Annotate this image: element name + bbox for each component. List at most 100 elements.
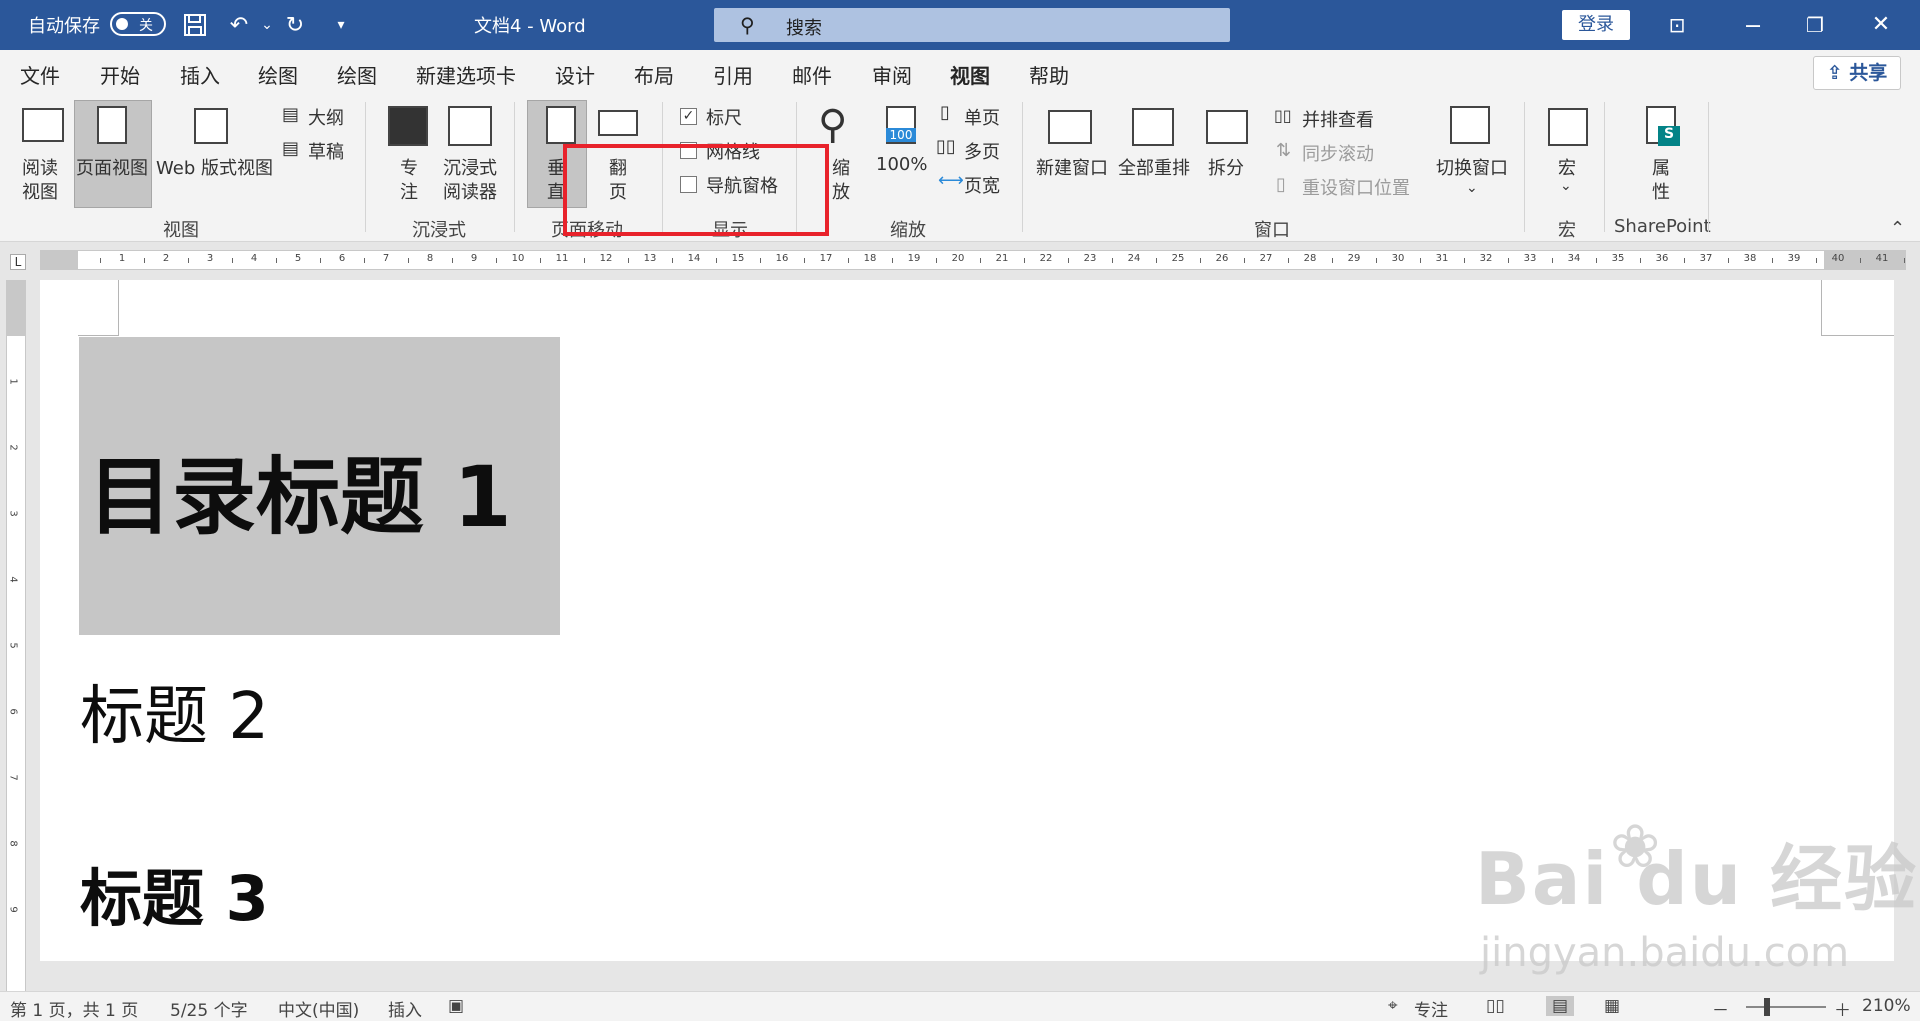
insert-mode[interactable]: 插入 (388, 996, 422, 1021)
chevron-down-icon[interactable]: ⌄ (1560, 178, 1572, 194)
ruler-label[interactable]: 标尺 (706, 104, 742, 130)
ruler-number: 11 (555, 253, 569, 264)
macros-group-label: 宏 (1558, 220, 1576, 241)
ribbon-display-icon[interactable]: ⊡ (1660, 10, 1694, 40)
page-count[interactable]: 第 1 页，共 1 页 (10, 996, 138, 1021)
collapse-ribbon-icon[interactable]: ⌃ (1890, 218, 1905, 239)
ruler-bar: L 1 2 3 4 5 6 7 8 9 10 11 12 13 14 15 16 17 18 19 20 21 22 23 2… (0, 243, 1920, 279)
views-group-label: 视图 (163, 220, 199, 241)
immersive-reader-label-1[interactable]: 沉浸式 (443, 154, 497, 180)
group-divider (1708, 102, 1709, 232)
web-layout-icon[interactable]: ▦ (1604, 996, 1620, 1016)
vertical-ruler-number: 9 (7, 906, 19, 913)
tab-new-tab[interactable]: 新建选项卡 (416, 60, 516, 89)
zoom-level[interactable]: 210% (1862, 996, 1911, 1016)
one-page-icon: ▯ (940, 102, 950, 123)
focus-label-1[interactable]: 专 (400, 154, 418, 180)
zoom-in-button[interactable]: ＋ (1834, 996, 1851, 1021)
tab-mailings[interactable]: 邮件 (792, 60, 832, 89)
minimize-icon[interactable]: ‒ (1736, 10, 1770, 40)
share-button[interactable]: ⇪ 共享 (1813, 56, 1901, 90)
restore-icon[interactable]: ❐ (1798, 10, 1832, 40)
ruler-tick (892, 258, 893, 263)
read-mode-icon[interactable]: ▯▯ (1486, 996, 1505, 1016)
new-window-button[interactable]: 新建窗口 (1036, 154, 1108, 180)
reset-window-position-button[interactable]: 重设窗口位置 (1302, 174, 1410, 200)
top-margin (7, 280, 25, 336)
tab-draw-2[interactable]: 绘图 (337, 60, 377, 89)
zoom-group-label: 缩放 (890, 220, 926, 241)
heading-3[interactable]: 标题 3 (80, 848, 269, 938)
ruler-number: 24 (1127, 253, 1141, 264)
customize-toolbar-icon[interactable]: ▾ (326, 10, 356, 40)
ruler-checkbox[interactable]: ✓ (680, 108, 697, 125)
zoom-label-2[interactable]: 放 (832, 178, 850, 204)
zoom-slider-thumb[interactable] (1764, 998, 1770, 1016)
login-button[interactable]: 登录 (1562, 10, 1630, 40)
switch-windows-button[interactable]: 切换窗口 (1436, 154, 1508, 180)
multiple-pages-button[interactable]: 多页 (964, 138, 1000, 164)
tab-selector[interactable]: L (10, 254, 26, 270)
ruler-number: 26 (1215, 253, 1229, 264)
web-layout-label[interactable]: Web 版式视图 (156, 154, 273, 180)
arrange-all-button[interactable]: 全部重排 (1118, 154, 1190, 180)
tab-insert[interactable]: 插入 (180, 60, 220, 89)
zoom-100-label[interactable]: 100% (876, 154, 927, 175)
tab-draw[interactable]: 绘图 (258, 60, 298, 89)
outline-button[interactable]: 大纲 (308, 104, 344, 130)
heading-2[interactable]: 标题 2 (80, 665, 269, 757)
tab-review[interactable]: 审阅 (872, 60, 912, 89)
ruler-tick (100, 258, 101, 263)
zoom-out-button[interactable]: － (1712, 996, 1729, 1021)
sync-scroll-button[interactable]: 同步滚动 (1302, 140, 1374, 166)
read-mode-label-1[interactable]: 阅读 (22, 154, 58, 180)
one-page-button[interactable]: 单页 (964, 104, 1000, 130)
autosave-toggle[interactable]: 关 (110, 12, 166, 36)
title-bar: 自动保存 关 ↶ ⌄ ↻ ▾ 文档4 - Word ⚲ 搜索 登录 ⊡ ‒ ❐ … (0, 0, 1920, 50)
undo-icon[interactable]: ↶ (224, 10, 254, 40)
word-count[interactable]: 5/25 个字 (170, 996, 248, 1021)
tab-references[interactable]: 引用 (713, 60, 753, 89)
focus-label-2[interactable]: 注 (400, 178, 418, 204)
redo-icon[interactable]: ↻ (280, 10, 310, 40)
ruler-number: 4 (250, 253, 258, 264)
language[interactable]: 中文(中国) (278, 996, 359, 1021)
focus-mode-label[interactable]: 专注 (1414, 996, 1448, 1021)
ruler-number: 27 (1259, 253, 1273, 264)
tab-help[interactable]: 帮助 (1029, 60, 1069, 89)
save-icon[interactable] (180, 10, 210, 40)
macros-button[interactable]: 宏 (1558, 154, 1576, 180)
print-layout-icon[interactable]: ▤ (1546, 996, 1575, 1016)
split-button[interactable]: 拆分 (1208, 154, 1244, 180)
vertical-ruler[interactable]: 1 2 3 4 5 6 7 8 9 (6, 280, 26, 992)
zoom-slider[interactable] (1746, 1006, 1826, 1008)
ruler-tick (276, 258, 277, 263)
ruler-number: 7 (382, 253, 390, 264)
tab-view[interactable]: 视图 (950, 60, 990, 99)
print-layout-label[interactable]: 页面视图 (76, 154, 148, 180)
ruler-number: 10 (511, 253, 525, 264)
view-side-by-side-button[interactable]: 并排查看 (1302, 106, 1374, 132)
undo-dropdown-icon[interactable]: ⌄ (252, 10, 282, 40)
chevron-down-icon[interactable]: ⌄ (1466, 180, 1478, 196)
search-box[interactable]: ⚲ 搜索 (714, 8, 1230, 42)
close-icon[interactable]: ✕ (1864, 10, 1898, 40)
ruler-number: 20 (951, 253, 965, 264)
tab-design[interactable]: 设计 (555, 60, 595, 89)
macro-record-icon[interactable]: ▣ (448, 996, 464, 1016)
horizontal-ruler[interactable]: 1 2 3 4 5 6 7 8 9 10 11 12 13 14 15 16 17 18 19 20 21 22 23 24 2… (40, 250, 1906, 270)
heading-1[interactable]: 目录标题 1 (88, 430, 512, 551)
tab-file[interactable]: 文件 (20, 60, 60, 89)
tab-home[interactable]: 开始 (100, 60, 140, 89)
read-mode-label-2[interactable]: 视图 (22, 178, 58, 204)
page-width-button[interactable]: 页宽 (964, 172, 1000, 198)
properties-label-1[interactable]: 属 (1652, 154, 1670, 180)
properties-label-2[interactable]: 性 (1652, 178, 1670, 204)
zoom-100-icon-text: 100 (886, 128, 916, 142)
focus-mode-icon[interactable]: ⌖ (1388, 996, 1398, 1016)
immersive-reader-label-2[interactable]: 阅读器 (443, 178, 497, 204)
draft-button[interactable]: 草稿 (308, 138, 344, 164)
zoom-label-1[interactable]: 缩 (832, 154, 850, 180)
tab-layout[interactable]: 布局 (634, 60, 674, 89)
highlight-box (563, 144, 829, 236)
